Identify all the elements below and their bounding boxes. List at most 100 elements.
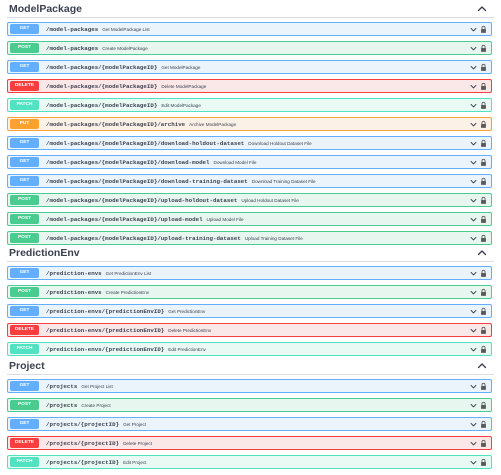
operation-row[interactable]: POST/projects Create Project bbox=[7, 398, 492, 412]
operation-row[interactable]: POST/model-packages/{modelPackageID}/upl… bbox=[7, 231, 492, 245]
lock-icon[interactable] bbox=[480, 307, 487, 316]
lock-icon[interactable] bbox=[480, 288, 487, 297]
operation-row[interactable]: GET/model-packages/{modelPackageID}/down… bbox=[7, 174, 492, 188]
lock-icon[interactable] bbox=[480, 420, 487, 429]
lock-icon[interactable] bbox=[480, 120, 487, 129]
method-badge: POST bbox=[10, 214, 39, 224]
operation-row[interactable]: GET/model-packages/{modelPackageID} Get M… bbox=[7, 60, 492, 74]
operation-path: /projects/{projectID} Delete Project bbox=[46, 439, 152, 449]
chevron-down-icon[interactable] bbox=[470, 421, 477, 428]
chevron-down-icon[interactable] bbox=[470, 197, 477, 204]
tag-section-title: ModelPackage bbox=[9, 3, 82, 15]
operation-row[interactable]: GET/model-packages/{modelPackageID}/down… bbox=[7, 136, 492, 150]
chevron-down-icon[interactable] bbox=[470, 459, 477, 466]
method-badge: GET bbox=[10, 306, 39, 316]
tag-section-header[interactable]: Project bbox=[0, 357, 501, 375]
chevron-down-icon[interactable] bbox=[470, 270, 477, 277]
method-badge: DELETE bbox=[10, 325, 39, 335]
operation-path: /projects/{projectID} Get Project bbox=[46, 420, 146, 430]
chevron-down-icon[interactable] bbox=[470, 83, 477, 90]
operation-path: /prediction-envs/{predictionEnvID} Edit P… bbox=[46, 345, 206, 355]
chevron-down-icon[interactable] bbox=[470, 216, 477, 223]
lock-icon[interactable] bbox=[480, 345, 487, 354]
lock-icon[interactable] bbox=[480, 401, 487, 410]
operation-row[interactable]: DELETE/model-packages/{modelPackageID} De… bbox=[7, 79, 492, 93]
chevron-down-icon[interactable] bbox=[470, 235, 477, 242]
swagger-ui: ModelPackage GET/model-packages Get ModelP… bbox=[0, 0, 501, 475]
operation-row[interactable]: GET/projects/{projectID} Get Project bbox=[7, 417, 492, 431]
operation-summary: Get PredictionEnv bbox=[168, 309, 206, 314]
lock-icon[interactable] bbox=[480, 439, 487, 448]
chevron-down-icon[interactable] bbox=[470, 383, 477, 390]
method-badge: PATCH bbox=[10, 344, 39, 354]
operation-row[interactable]: PATCH/model-packages/{modelPackageID} Edi… bbox=[7, 98, 492, 112]
operation-row[interactable]: GET/prediction-envs Get PredictionEnv Lis… bbox=[7, 266, 492, 280]
chevron-down-icon[interactable] bbox=[470, 327, 477, 334]
chevron-up-icon[interactable] bbox=[477, 361, 487, 371]
chevron-down-icon[interactable] bbox=[470, 159, 477, 166]
chevron-down-icon[interactable] bbox=[470, 45, 477, 52]
tag-section-header[interactable]: PredictionEnv bbox=[0, 244, 501, 262]
chevron-up-icon[interactable] bbox=[477, 4, 487, 14]
chevron-down-icon[interactable] bbox=[470, 440, 477, 447]
operation-row[interactable]: POST/model-packages/{modelPackageID}/upl… bbox=[7, 193, 492, 207]
operation-path: /model-packages/{modelPackageID}/upload-… bbox=[46, 234, 303, 244]
operation-path-text: /model-packages/{modelPackageID}/upload-… bbox=[46, 197, 238, 204]
operation-row[interactable]: POST/prediction-envs Create PredictionEnv bbox=[7, 285, 492, 299]
operation-row[interactable]: GET/projects Get Project List bbox=[7, 379, 492, 393]
chevron-down-icon[interactable] bbox=[470, 64, 477, 71]
operation-row[interactable]: PATCH/projects/{projectID} Edit Project bbox=[7, 455, 492, 469]
chevron-up-icon[interactable] bbox=[477, 248, 487, 258]
operation-row[interactable]: DELETE/prediction-envs/{predictionEnvID}… bbox=[7, 323, 492, 337]
operation-path: /model-packages/{modelPackageID}/downloa… bbox=[46, 139, 312, 149]
method-badge: GET bbox=[10, 24, 39, 34]
operation-row[interactable]: PATCH/prediction-envs/{predictionEnvID} E… bbox=[7, 342, 492, 356]
chevron-down-icon[interactable] bbox=[470, 178, 477, 185]
operation-path: /model-packages Create ModelPackage bbox=[46, 44, 148, 54]
operation-row[interactable]: GET/model-packages/{modelPackageID}/down… bbox=[7, 155, 492, 169]
lock-icon[interactable] bbox=[480, 196, 487, 205]
operation-path-text: /prediction-envs/{predictionEnvID} bbox=[46, 327, 165, 334]
tag-section-title: Project bbox=[9, 360, 45, 372]
tag-section-header[interactable]: ModelPackage bbox=[0, 0, 501, 18]
operation-row[interactable]: POST/model-packages Create ModelPackage bbox=[7, 41, 492, 55]
lock-icon[interactable] bbox=[480, 25, 487, 34]
lock-icon[interactable] bbox=[480, 382, 487, 391]
chevron-down-icon[interactable] bbox=[470, 308, 477, 315]
lock-icon[interactable] bbox=[480, 158, 487, 167]
lock-icon[interactable] bbox=[480, 215, 487, 224]
operation-row[interactable]: POST/model-packages/{modelPackageID}/upl… bbox=[7, 212, 492, 226]
lock-icon[interactable] bbox=[480, 269, 487, 278]
lock-icon[interactable] bbox=[480, 458, 487, 467]
operation-summary: Edit ModelPackage bbox=[161, 103, 201, 108]
operation-path: /projects/{projectID} Edit Project bbox=[46, 458, 147, 468]
lock-icon[interactable] bbox=[480, 63, 487, 72]
operation-summary: Create ModelPackage bbox=[102, 46, 148, 51]
operation-row[interactable]: GET/model-packages Get ModelPackage List bbox=[7, 22, 492, 36]
method-badge: PATCH bbox=[10, 457, 39, 467]
lock-icon[interactable] bbox=[480, 234, 487, 243]
chevron-down-icon[interactable] bbox=[470, 26, 477, 33]
chevron-down-icon[interactable] bbox=[470, 140, 477, 147]
chevron-down-icon[interactable] bbox=[470, 289, 477, 296]
operation-row[interactable]: PUT/model-packages/{modelPackageID}/arch… bbox=[7, 117, 492, 131]
lock-icon[interactable] bbox=[480, 177, 487, 186]
operation-path-text: /model-packages/{modelPackageID}/downloa… bbox=[46, 178, 248, 185]
lock-icon[interactable] bbox=[480, 82, 487, 91]
lock-icon[interactable] bbox=[480, 101, 487, 110]
operation-row[interactable]: DELETE/projects/{projectID} Delete Projec… bbox=[7, 436, 492, 450]
chevron-down-icon[interactable] bbox=[470, 102, 477, 109]
method-badge: GET bbox=[10, 419, 39, 429]
method-badge: POST bbox=[10, 195, 39, 205]
operation-path-text: /prediction-envs/{predictionEnvID} bbox=[46, 308, 165, 315]
chevron-down-icon[interactable] bbox=[470, 346, 477, 353]
operation-path: /model-packages Get ModelPackage List bbox=[46, 25, 150, 35]
lock-icon[interactable] bbox=[480, 326, 487, 335]
lock-icon[interactable] bbox=[480, 139, 487, 148]
lock-icon[interactable] bbox=[480, 44, 487, 53]
operation-row[interactable]: GET/prediction-envs/{predictionEnvID} Get… bbox=[7, 304, 492, 318]
operation-summary: Get ModelPackage bbox=[161, 65, 201, 70]
chevron-down-icon[interactable] bbox=[470, 121, 477, 128]
chevron-down-icon[interactable] bbox=[470, 402, 477, 409]
operation-summary: Get PredictionEnv List bbox=[105, 271, 152, 276]
